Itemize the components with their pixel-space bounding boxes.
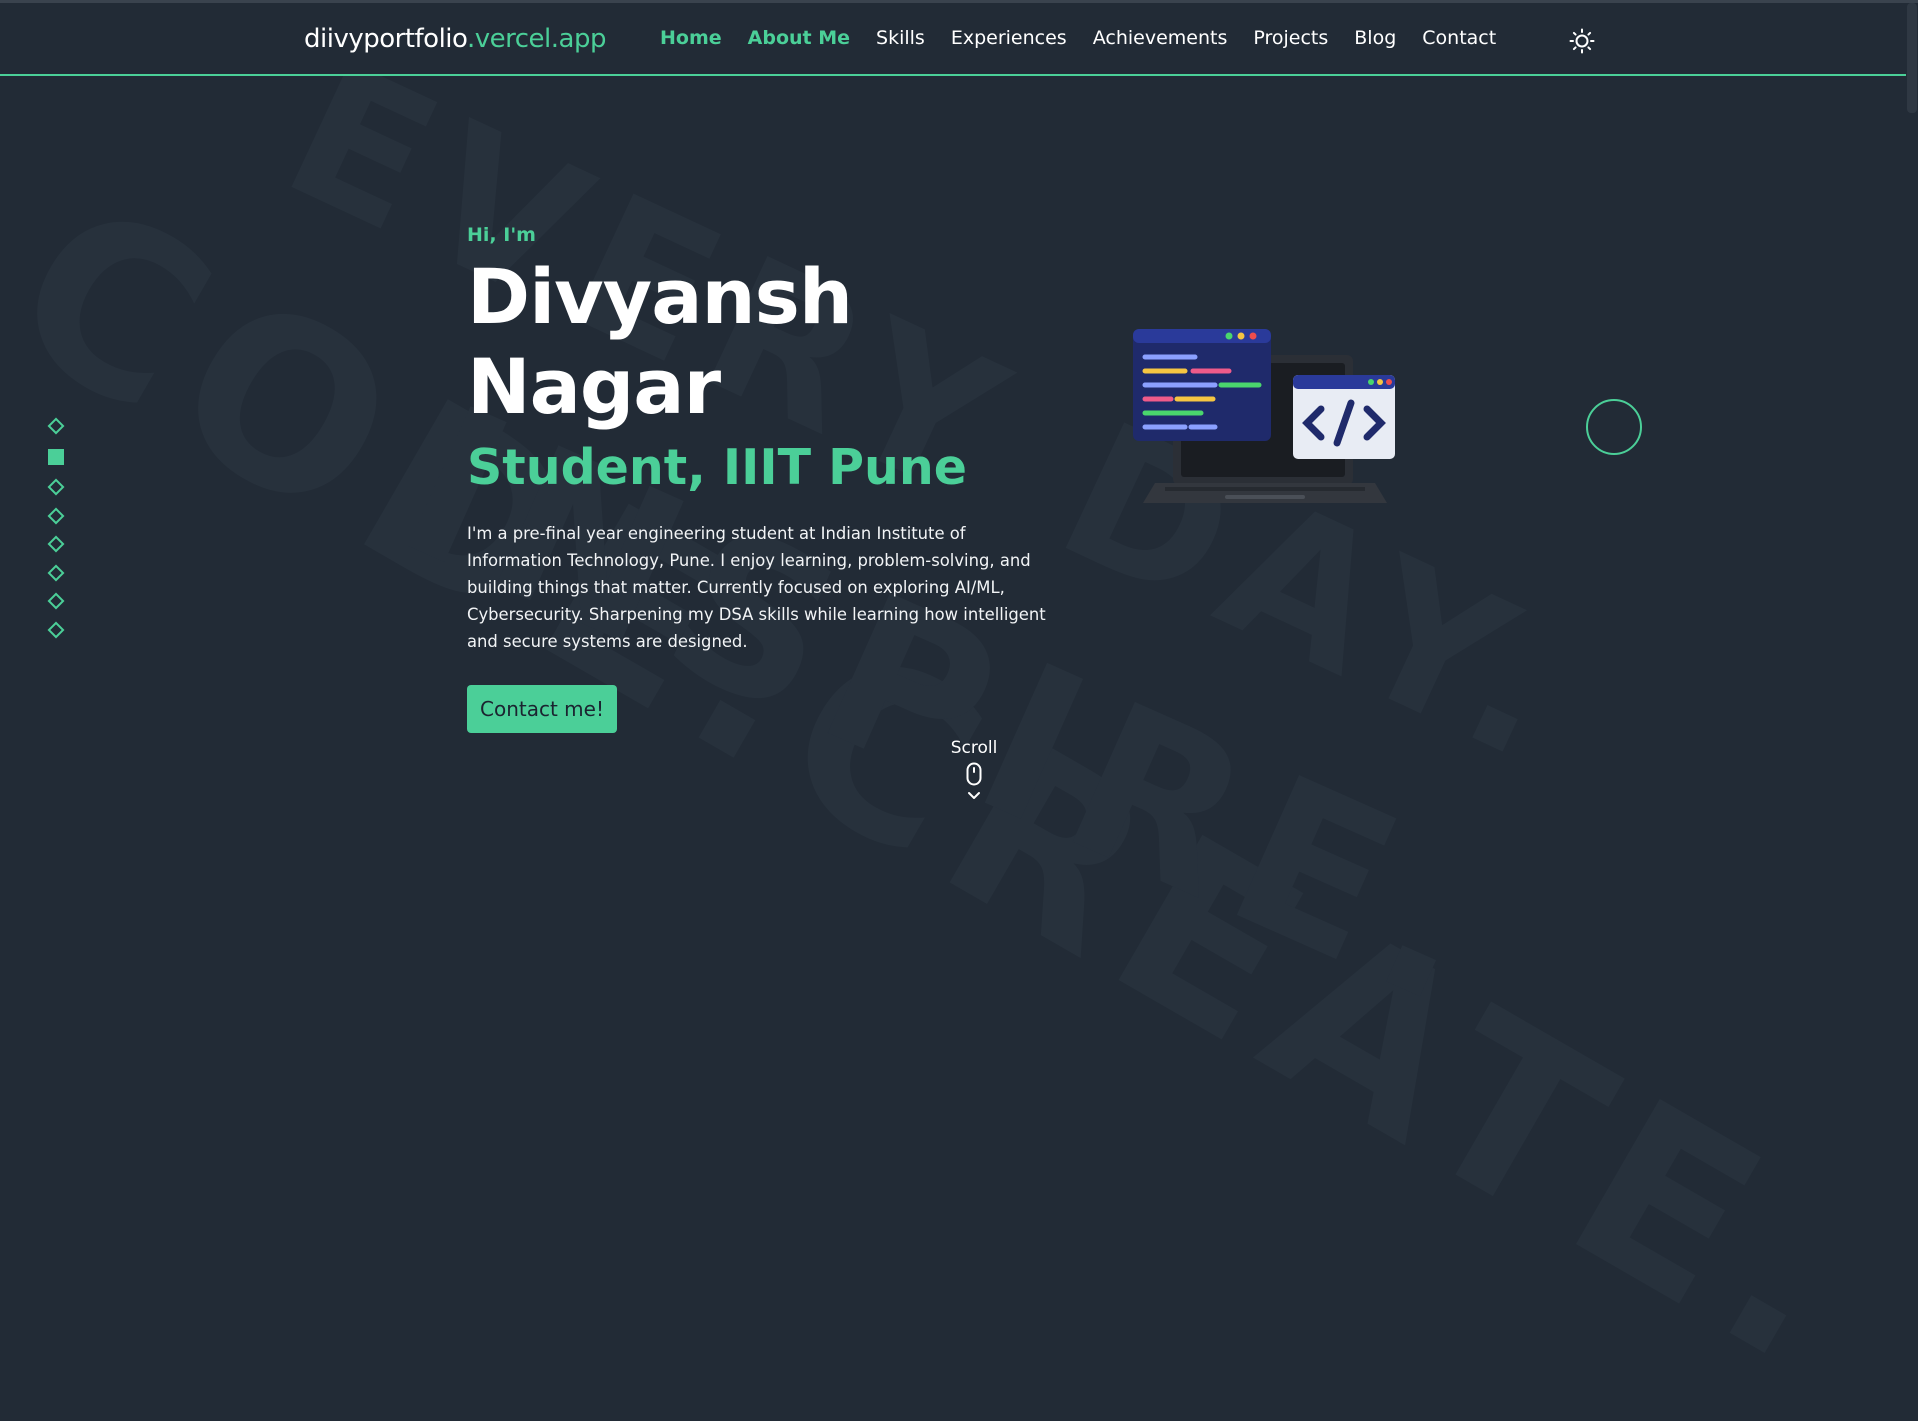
brand-name: diivyportfolio <box>304 24 467 54</box>
section-dot[interactable] <box>47 621 65 638</box>
section-indicator <box>47 417 68 652</box>
nav-about-me[interactable]: About Me <box>748 27 850 49</box>
navbar: diivyportfolio.vercel.app Home About Me … <box>0 3 1906 76</box>
hero-bio: I'm a pre-final year engineering student… <box>467 524 1046 651</box>
scroll-indicator[interactable]: Scroll <box>944 738 1004 802</box>
nav-experiences[interactable]: Experiences <box>951 27 1067 49</box>
page-scrollbar[interactable] <box>1906 74 1918 895</box>
laptop-code-illustration <box>1125 325 1415 525</box>
section-dot[interactable] <box>47 417 65 435</box>
nav-projects[interactable]: Projects <box>1253 27 1328 49</box>
nav-contact[interactable]: Contact <box>1422 27 1496 49</box>
sun-icon <box>1569 28 1595 54</box>
section-dot-active[interactable] <box>48 448 64 465</box>
section-dot[interactable] <box>47 478 65 496</box>
decorative-ring <box>1586 399 1642 455</box>
hero-role: Student, IIIT Pune <box>467 439 967 496</box>
mouse-icon <box>966 762 982 786</box>
contact-me-button[interactable]: Contact me! <box>467 685 617 733</box>
hero-section: Hi, I'm Divyansh Nagar Student, IIIT Pun… <box>467 224 1067 733</box>
chevron-down-icon <box>968 792 980 799</box>
nav-home[interactable]: Home <box>660 27 722 49</box>
hero-name: Divyansh Nagar <box>467 252 853 431</box>
site-brand[interactable]: diivyportfolio.vercel.app <box>304 24 606 54</box>
nav-skills[interactable]: Skills <box>876 27 925 49</box>
hero-greeting: Hi, I'm <box>467 224 536 246</box>
section-dot[interactable] <box>47 592 65 610</box>
brand-domain: .vercel.app <box>466 24 607 54</box>
section-dot[interactable] <box>47 535 65 553</box>
section-dot[interactable] <box>47 507 65 524</box>
nav-achievements[interactable]: Achievements <box>1093 27 1228 49</box>
theme-toggle-button[interactable] <box>1568 27 1596 55</box>
scrollbar-thumb[interactable] <box>1907 3 1917 113</box>
section-dot[interactable] <box>47 564 65 581</box>
main-nav: Home About Me Skills Experiences Achieve… <box>660 27 1496 49</box>
nav-blog[interactable]: Blog <box>1354 27 1396 49</box>
scroll-label: Scroll <box>950 738 998 758</box>
